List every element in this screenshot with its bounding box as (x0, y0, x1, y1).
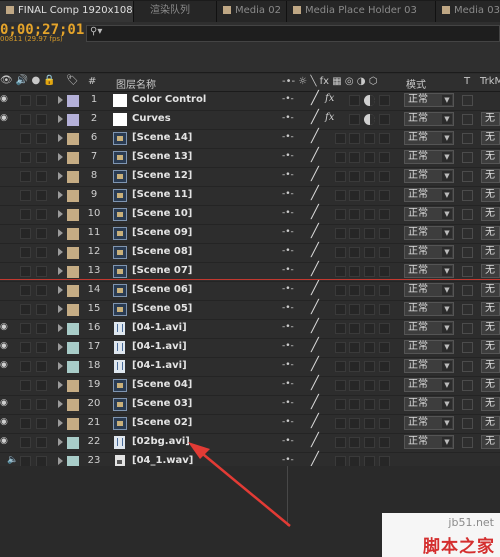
watermark-site: jb51.net (448, 516, 494, 529)
watermark-logo: jb51.net 脚本之家 (382, 513, 500, 557)
arrow-shaft (197, 449, 291, 527)
annotation-arrow-icon (188, 442, 291, 527)
watermark-text: 脚本之家 (423, 537, 495, 557)
